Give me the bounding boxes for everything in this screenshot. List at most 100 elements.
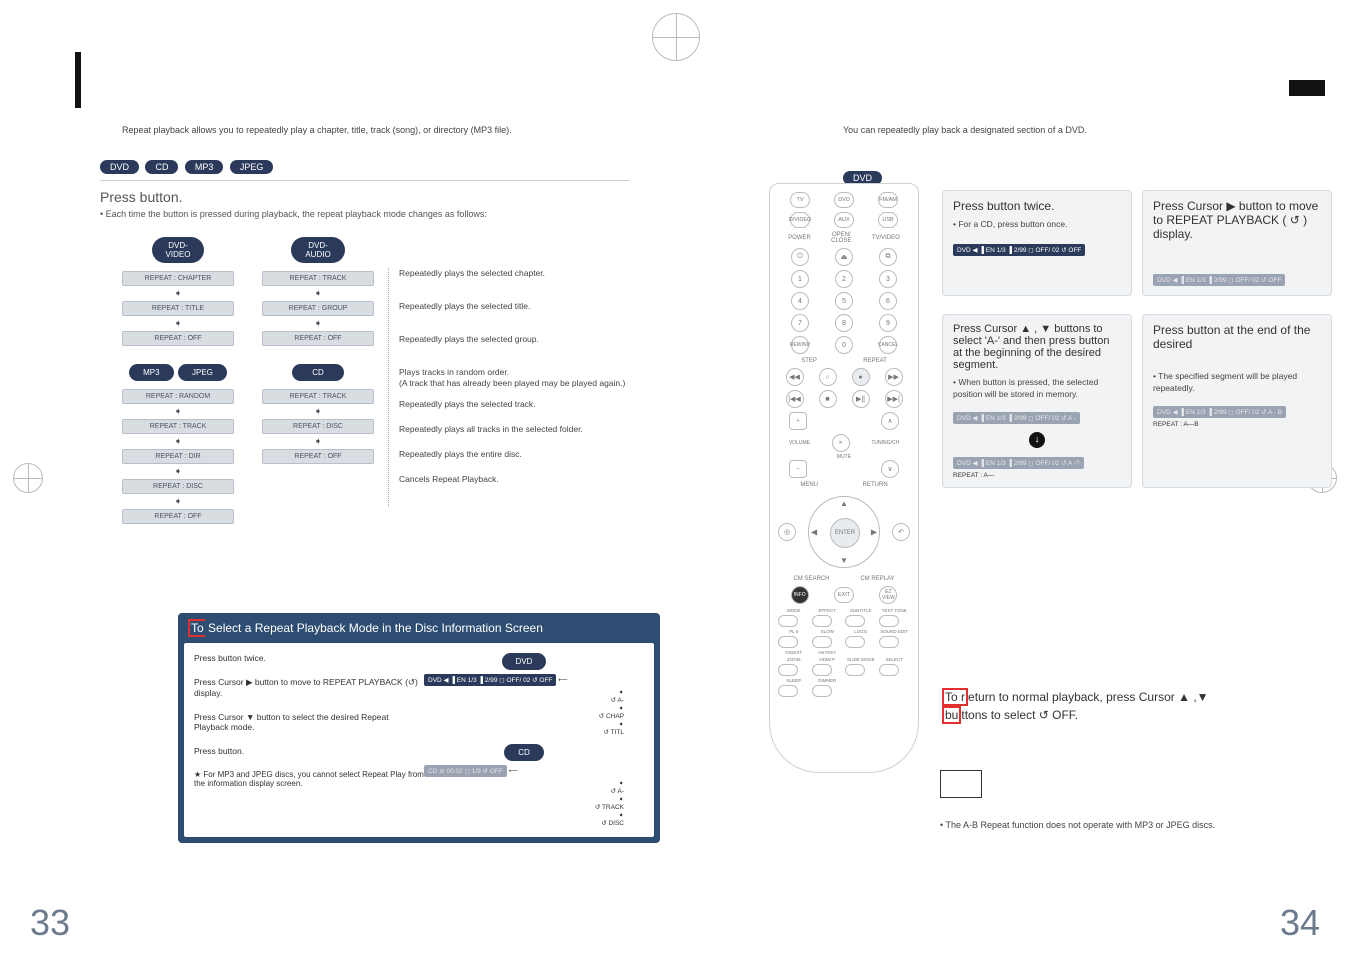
bar-disc: REPEAT : DISC	[122, 479, 234, 494]
b-testtone: TEST TONE	[879, 608, 911, 613]
remote-play[interactable]: ▶||	[852, 390, 870, 408]
label-tune: TUNING/CH	[871, 440, 899, 446]
cursor-down[interactable]: ▼	[840, 556, 848, 565]
remote-step-btn[interactable]: ○	[819, 368, 837, 386]
remote-dpad[interactable]: ▲ ▼ ◀ ▶ ENTER	[808, 496, 880, 568]
b-pl2: PL II	[778, 629, 810, 634]
rb-2[interactable]	[845, 615, 865, 627]
cursor-right[interactable]: ▶	[871, 528, 877, 537]
remote-open[interactable]: ⏏	[835, 248, 853, 266]
pill-mp3: MP3	[185, 160, 224, 174]
step-4: Press button.	[194, 746, 424, 756]
remote-return[interactable]: ↶	[892, 523, 910, 541]
num-5[interactable]: 5	[835, 292, 853, 310]
remote-repeat-btn[interactable]: ●	[852, 368, 870, 386]
tree-mp3-label: MP3	[129, 364, 173, 381]
crop-mark-left	[13, 463, 43, 493]
rb-12[interactable]	[778, 685, 798, 697]
box4-title: Press button at the end of the desired	[1153, 323, 1321, 351]
remote-fmam[interactable]: FM/AM	[878, 192, 898, 208]
rb-4[interactable]	[778, 636, 798, 648]
osd-dvd: DVD ◀ ▐ EN 1/3 ▐ 2/99 ◻ OFF/ 02 ↺ OFF	[424, 674, 556, 686]
remote-next[interactable]: ▶▶|	[885, 390, 903, 408]
num-2[interactable]: 2	[835, 270, 853, 288]
label-volume: VOLUME	[789, 440, 810, 446]
cd-pill-small: CD	[504, 744, 544, 761]
remote-tvvideo[interactable]: ⧉	[879, 248, 897, 266]
box4-osd: DVD ◀ ▐ EN 1/3 ▐ 2/99 ◻ OFF/ 02 ↺ A - B	[1153, 406, 1286, 418]
remote-prev[interactable]: |◀◀	[786, 390, 804, 408]
press-section: Press button. • Each time the button is …	[100, 180, 630, 219]
remote-rev[interactable]: ◀◀	[786, 368, 804, 386]
remote-stop[interactable]: ■	[819, 390, 837, 408]
cursor-left[interactable]: ◀	[811, 528, 817, 537]
box4-caption: REPEAT : A—B	[1153, 421, 1321, 428]
num-0[interactable]: 0	[835, 336, 853, 354]
rb-7[interactable]	[879, 636, 899, 648]
box-step-4: Press button at the end of the desired •…	[1142, 314, 1332, 488]
num-6[interactable]: 6	[879, 292, 897, 310]
b-sound: SOUND EDIT	[879, 629, 911, 634]
remote-mute[interactable]: ✕	[832, 434, 850, 452]
rb-9[interactable]	[812, 664, 832, 676]
rb-10[interactable]	[845, 664, 865, 676]
arrow-icon: ➧	[262, 436, 374, 447]
rb-5[interactable]	[812, 636, 832, 648]
num-8[interactable]: 8	[835, 314, 853, 332]
remote-fwd[interactable]: ▶▶	[885, 368, 903, 386]
remote-ch-down[interactable]: ∨	[881, 460, 899, 478]
bar-off: REPEAT : OFF	[122, 331, 234, 346]
remote-rewind[interactable]: REWIND	[791, 336, 809, 354]
num-9[interactable]: 9	[879, 314, 897, 332]
bar-cd-off: REPEAT : OFF	[262, 449, 374, 464]
label-repeat: REPEAT	[863, 358, 887, 364]
remote-vol-up[interactable]: +	[789, 412, 807, 430]
remote-dvideo[interactable]: D/VIDEO	[790, 212, 810, 228]
remote-enter[interactable]: ENTER	[830, 518, 860, 548]
num-3[interactable]: 3	[879, 270, 897, 288]
cursor-up[interactable]: ▲	[840, 499, 848, 508]
pill-cd: CD	[145, 160, 178, 174]
list2-2: ↺ DISC	[424, 819, 624, 827]
redline-bu: bu	[942, 706, 961, 724]
remote-tv[interactable]: TV	[790, 192, 810, 208]
bar-track: REPEAT : TRACK	[122, 419, 234, 434]
box4-sub: • The specified segment will be played r…	[1153, 371, 1321, 395]
rb-13[interactable]	[812, 685, 832, 697]
desc-random: Plays tracks in random order. (A track t…	[399, 367, 625, 389]
rb-3[interactable]	[879, 615, 899, 627]
remote-vol-down[interactable]: −	[789, 460, 807, 478]
arrow-icon: ➧	[122, 288, 234, 299]
remote-ez[interactable]: EZ VIEW	[879, 586, 897, 604]
remote-aux[interactable]: AUX	[834, 212, 854, 228]
num-4[interactable]: 4	[791, 292, 809, 310]
box-step-1: Press button twice. • For a CD, press bu…	[942, 190, 1132, 296]
crop-mark-block-left	[75, 52, 81, 108]
label-return: RETURN	[863, 482, 888, 488]
rb-6[interactable]	[845, 636, 865, 648]
remote-dvd[interactable]: DVD	[834, 192, 854, 208]
rb-1[interactable]	[812, 615, 832, 627]
box1-title: Press button twice.	[953, 199, 1121, 213]
arrow-icon: ➧	[122, 496, 234, 507]
rb-11[interactable]	[879, 664, 899, 676]
rb-8[interactable]	[778, 664, 798, 676]
num-7[interactable]: 7	[791, 314, 809, 332]
remote-cancel[interactable]: CANCEL	[879, 336, 897, 354]
b-dimmer: DIMMER	[812, 678, 844, 683]
note-section: • The A-B Repeat function does not opera…	[940, 770, 1330, 834]
rb-0[interactable]	[778, 615, 798, 627]
num-1[interactable]: 1	[791, 270, 809, 288]
remote-ch-up[interactable]: ∧	[881, 412, 899, 430]
tree-dvd-audio-label: DVD-AUDIO	[291, 237, 344, 263]
desc-off: Cancels Repeat Playback.	[399, 474, 625, 485]
remote-menu[interactable]: ◎	[778, 523, 796, 541]
arrow-icon: ➧	[122, 436, 234, 447]
desc-group: Repeatedly plays the selected group.	[399, 334, 625, 345]
remote-info[interactable]: INFO	[791, 586, 809, 604]
b-sleep: SLEEP	[778, 678, 810, 683]
remote-exit[interactable]: EXIT	[834, 587, 854, 603]
remote-usb[interactable]: USB	[878, 212, 898, 228]
bar-off-a: REPEAT : OFF	[262, 331, 374, 346]
remote-power[interactable]: ⏻	[791, 248, 809, 266]
